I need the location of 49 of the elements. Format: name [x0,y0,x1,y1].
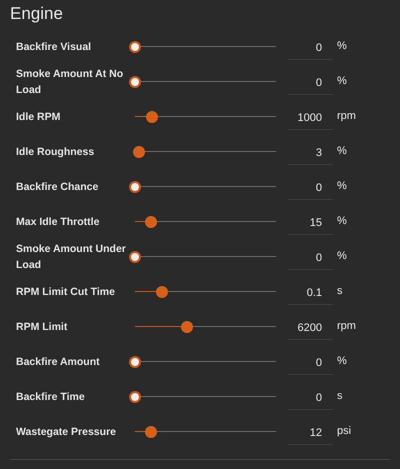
value-field[interactable]: 1000 [288,107,333,130]
setting-label: Smoke Amount Under Load [16,242,127,272]
slider-thumb[interactable] [181,320,194,332]
setting-label: Idle RPM [16,110,62,124]
slider-thumb[interactable] [129,40,141,52]
value-field[interactable]: 0 [288,352,333,375]
unit-label: % [337,39,347,54]
unit-label: rpm [337,319,356,334]
slider-thumb[interactable] [129,76,141,88]
slider-thumb[interactable] [129,390,141,402]
value-field[interactable]: 12 [288,422,333,445]
slider-thumb[interactable] [129,250,141,262]
slider-thumb[interactable] [129,356,141,368]
value-field[interactable]: 0 [288,247,333,270]
unit-label: % [337,354,347,370]
value-field[interactable]: 0 [288,37,333,60]
setting-label: Backfire Time [16,390,86,404]
value-field[interactable]: 0.1 [288,282,333,305]
setting-label: Idle Roughness [16,144,96,160]
value-field[interactable]: 0 [288,72,333,95]
unit-label: % [337,249,347,264]
unit-label: % [337,214,347,230]
setting-label: RPM Limit [16,320,68,334]
unit-label: psi [337,424,352,440]
unit-label: s [337,389,342,404]
setting-label: RPM Limit Cut Time [16,284,116,300]
setting-label: Backfire Chance [16,180,100,194]
value-field[interactable]: 3 [288,142,333,165]
unit-label: rpm [337,109,356,124]
setting-label: Max Idle Throttle [16,214,100,230]
value-field[interactable]: 15 [288,212,333,235]
unit-label: % [337,179,347,194]
value-field[interactable]: 0 [288,177,333,200]
slider-thumb[interactable] [144,426,156,438]
slider-thumb[interactable] [144,216,156,228]
setting-label: Backfire Amount [16,354,101,370]
value-field[interactable]: 6200 [288,317,333,340]
setting-label: Wastegate Pressure [16,424,117,440]
section-title: Engine [9,3,64,25]
value-field[interactable]: 0 [288,387,333,410]
setting-label: Smoke Amount At No Load [16,66,124,98]
slider-thumb[interactable] [133,146,146,158]
unit-label: s [337,284,342,300]
unit-label: % [337,74,347,90]
slider-thumb[interactable] [129,180,141,192]
setting-label: Backfire Visual [16,40,92,54]
slider-thumb[interactable] [146,110,158,122]
slider-thumb[interactable] [156,286,168,298]
unit-label: % [337,144,347,160]
